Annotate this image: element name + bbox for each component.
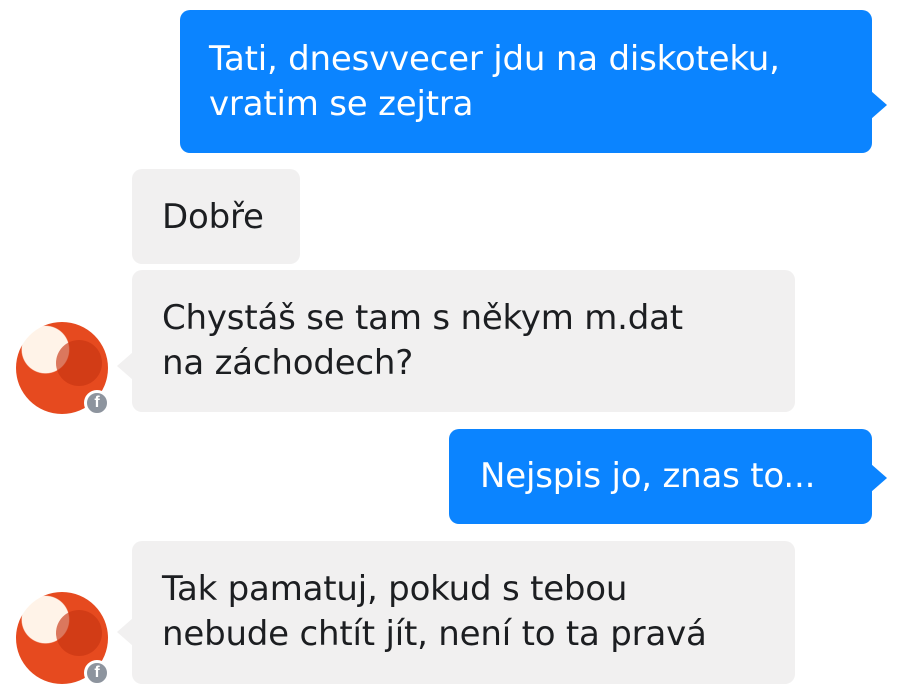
outgoing-message-bubble[interactable]: Nejspis jo, znas to... (449, 429, 872, 524)
message-line: na záchodech? (162, 343, 414, 383)
message-line: Nejspis jo, znas to... (480, 456, 816, 496)
chat-thread: Tati, dnesvvecer jdu na diskoteku, vrati… (0, 0, 899, 689)
outgoing-bubble-tail (871, 91, 887, 119)
outgoing-bubble-tail (871, 464, 887, 492)
incoming-message-bubble[interactable]: Dobře (132, 169, 300, 264)
facebook-icon: f (84, 660, 110, 686)
message-line: Dobře (162, 197, 264, 237)
facebook-icon: f (84, 390, 110, 416)
outgoing-message-bubble[interactable]: Tati, dnesvvecer jdu na diskoteku, vrati… (180, 10, 872, 153)
message-line: Chystáš se tam s někym m.dat (162, 298, 683, 338)
message-line: vratim se zejtra (209, 84, 474, 124)
sender-avatar[interactable]: f (16, 592, 110, 686)
incoming-message-bubble[interactable]: Tak pamatuj, pokud s tebou nebude chtít … (132, 541, 795, 684)
message-line: Tak pamatuj, pokud s tebou (162, 569, 628, 609)
incoming-bubble-tail (117, 352, 133, 380)
incoming-bubble-tail (117, 618, 133, 646)
message-line: Tati, dnesvvecer jdu na diskoteku, (209, 39, 780, 79)
incoming-message-bubble[interactable]: Chystáš se tam s někym m.dat na záchodec… (132, 270, 795, 412)
sender-avatar[interactable]: f (16, 322, 110, 416)
message-line: nebude chtít jít, není to ta pravá (162, 614, 707, 654)
